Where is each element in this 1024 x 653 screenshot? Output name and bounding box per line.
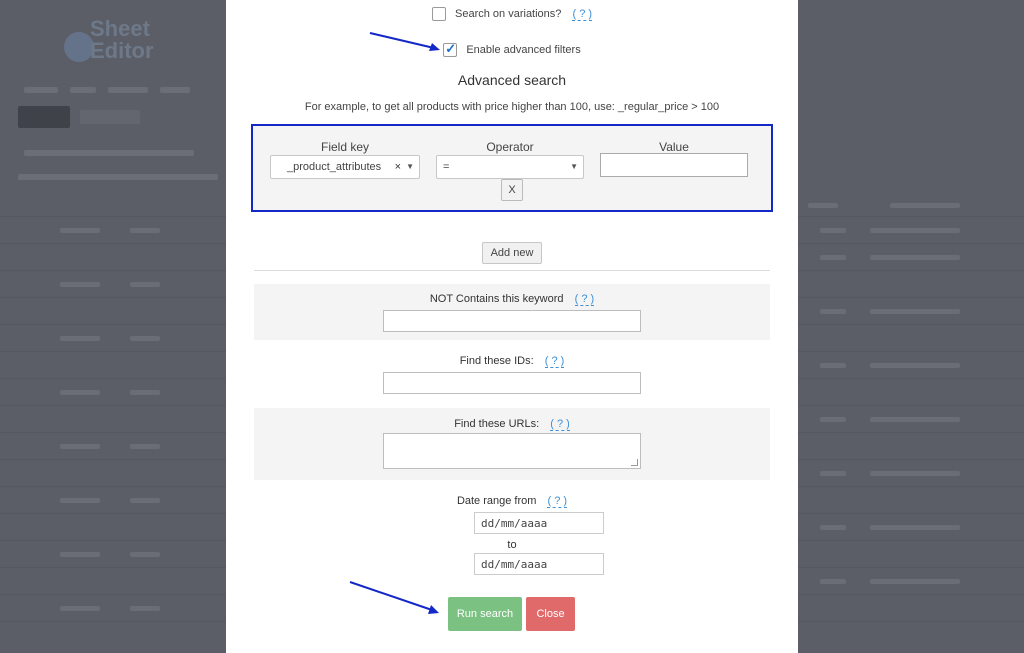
enable-advanced-filters-label: Enable advanced filters (466, 44, 581, 56)
background-cell (60, 552, 100, 557)
background-cell (130, 282, 160, 287)
background-cell (820, 255, 846, 260)
date-range-label: Date range from (456, 495, 537, 507)
add-new-button[interactable]: Add new (481, 242, 543, 264)
background-cell (820, 471, 846, 476)
advanced-search-modal: Search on variations? ( ? ) Enable advan… (226, 0, 798, 653)
background-cell (130, 552, 160, 557)
value-input[interactable] (600, 153, 748, 177)
background-cell (130, 606, 160, 611)
operator-select[interactable]: = ▼ (436, 155, 584, 179)
find-ids-input[interactable] (383, 372, 641, 394)
background-cell (820, 309, 846, 314)
date-range-label-row: Date range from ( ? ) (254, 495, 770, 508)
search-variations-label: Search on variations? (455, 8, 562, 20)
background-cell (130, 390, 160, 395)
advanced-search-example: For example, to get all products with pr… (304, 101, 720, 113)
field-key-label: Field key (320, 140, 370, 154)
logo-text: Sheet Editor (90, 16, 154, 63)
date-from-input[interactable]: dd/mm/aaaa (474, 512, 604, 534)
background-cell (130, 228, 160, 233)
enable-advanced-filters-row: Enable advanced filters (226, 41, 798, 57)
date-range-to-label: to (507, 539, 517, 551)
background-text (24, 150, 194, 156)
find-ids-help-link[interactable]: ( ? ) (544, 355, 565, 368)
advanced-filter-row: Field key Operator Value _product_attrib… (251, 124, 773, 212)
annotation-arrow-icon (349, 581, 439, 614)
background-cell (60, 228, 100, 233)
search-variations-help-link[interactable]: ( ? ) (572, 8, 593, 21)
background-cell (60, 390, 100, 395)
background-cell (820, 228, 846, 233)
value-label: Value (659, 140, 689, 154)
background-cell (60, 282, 100, 287)
find-urls-label: Find these URLs: (454, 418, 540, 430)
background-button (18, 106, 70, 128)
date-to-input[interactable]: dd/mm/aaaa (474, 553, 604, 575)
find-ids-section: Find these IDs: ( ? ) (254, 346, 770, 402)
background-cell (820, 579, 846, 584)
remove-filter-button[interactable]: X (501, 179, 523, 201)
background-cell (870, 471, 960, 476)
date-range-section: Date range from ( ? ) dd/mm/aaaa to dd/m… (254, 486, 770, 580)
background-cell (820, 363, 846, 368)
background-cell (130, 498, 160, 503)
annotation-arrow-icon (369, 32, 440, 51)
background-cell (130, 336, 160, 341)
advanced-search-title: Advanced search (457, 72, 567, 88)
close-button[interactable]: Close (526, 597, 575, 631)
background-cell (870, 309, 960, 314)
find-urls-label-row: Find these URLs: ( ? ) (254, 418, 770, 431)
clear-field-key-icon[interactable]: × (395, 156, 401, 178)
operator-label: Operator (486, 140, 534, 154)
search-variations-row: Search on variations? ( ? ) (226, 7, 798, 21)
background-cell (870, 525, 960, 530)
search-variations-checkbox[interactable] (431, 7, 446, 21)
background-text (18, 174, 218, 180)
background-column-header (890, 203, 960, 208)
date-range-help-link[interactable]: ( ? ) (547, 495, 568, 508)
not-contains-label-row: NOT Contains this keyword ( ? ) (254, 293, 770, 306)
background-cell (820, 417, 846, 422)
run-search-button[interactable]: Run search (448, 597, 522, 631)
not-contains-label: NOT Contains this keyword (429, 293, 564, 305)
background-cell (870, 363, 960, 368)
find-urls-section: Find these URLs: ( ? ) (254, 408, 770, 480)
operator-selected-value: = (443, 161, 450, 173)
background-button-secondary (80, 110, 140, 124)
background-cell (60, 336, 100, 341)
not-contains-input[interactable] (383, 310, 641, 332)
field-key-selected-value: _product_attributes (287, 161, 382, 173)
app-logo: Sheet Editor (62, 14, 172, 70)
background-cell (820, 525, 846, 530)
background-cell (60, 606, 100, 611)
find-urls-help-link[interactable]: ( ? ) (550, 418, 570, 431)
chevron-down-icon: ▼ (406, 162, 414, 171)
background-column-header (808, 203, 838, 208)
field-key-select[interactable]: _product_attributes × ▼ (270, 155, 420, 179)
chevron-down-icon: ▼ (570, 162, 578, 171)
find-ids-label-row: Find these IDs: ( ? ) (254, 355, 770, 368)
background-cell (130, 444, 160, 449)
background-cell (60, 444, 100, 449)
enable-advanced-filters-checkbox[interactable] (443, 41, 458, 57)
not-contains-help-link[interactable]: ( ? ) (574, 293, 595, 306)
background-cell (870, 228, 960, 233)
not-contains-section: NOT Contains this keyword ( ? ) (254, 284, 770, 340)
find-ids-label: Find these IDs: (459, 355, 534, 367)
find-urls-textarea[interactable] (383, 433, 641, 469)
background-cell (60, 498, 100, 503)
background-cell (870, 255, 960, 260)
background-cell (870, 579, 960, 584)
add-new-row: Add new (226, 242, 798, 264)
divider (254, 270, 770, 271)
background-cell (870, 417, 960, 422)
background-menu (24, 84, 224, 94)
